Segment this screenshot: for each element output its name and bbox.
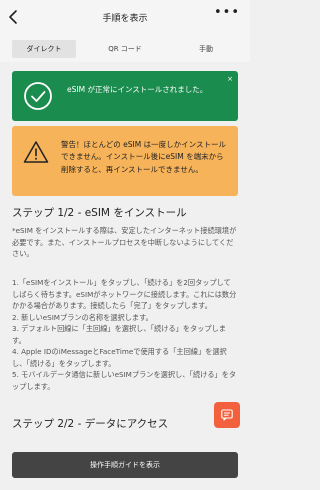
step1-intro: *eSIM をインストールする際は、安定したインターネット接続環境が必要です。ま… <box>12 226 237 258</box>
tab-qr-code[interactable]: QR コード <box>93 40 157 58</box>
tab-direct[interactable]: ダイレクト <box>12 40 76 58</box>
step-item: 2. 新しいeSIMプランの名称を選択します。 <box>12 312 153 322</box>
step1-list: 1.「eSIMをインストール」をタップし、「続ける」を2回タップしてしばらく待ち… <box>12 277 238 392</box>
top-bar: 手順を表示 ••• <box>0 0 250 34</box>
step-item: 1.「eSIMをインストール」をタップし、「続ける」を2回タップしてしばらく待ち… <box>12 278 237 310</box>
success-message: eSIM が正常にインストールされました。 <box>67 85 208 94</box>
step1-title: ステップ 1/2 - eSIM をインストール <box>12 207 187 219</box>
warning-triangle-icon <box>23 141 49 163</box>
step-item: 5. モバイルデータ通信に新しいeSIMプランを選択し、「続ける」をタップします… <box>12 370 237 391</box>
success-alert: eSIM が正常にインストールされました。 × <box>12 71 238 121</box>
warning-message: 警告！ほとんどの eSIM は一度しかインストールできません。インストール後にe… <box>61 140 226 174</box>
step-item: 3. デフォルト回線に「主回線」を選択し、「続ける」をタップします。 <box>12 324 226 345</box>
close-icon[interactable]: × <box>227 75 233 83</box>
tab-bar: ダイレクト QR コード 手動 <box>0 34 250 62</box>
check-circle-icon <box>24 82 52 110</box>
warning-alert: 警告！ほとんどの eSIM は一度しかインストールできません。インストール後にe… <box>12 126 238 196</box>
step1-section: ステップ 1/2 - eSIM をインストール *eSIM をインストールする際… <box>12 206 238 391</box>
tab-manual[interactable]: 手動 <box>174 40 238 58</box>
more-options-icon[interactable]: ••• <box>214 6 240 20</box>
chat-button[interactable] <box>214 402 240 428</box>
chat-icon <box>221 409 233 421</box>
view-guide-button[interactable]: 操作手順ガイドを表示 <box>12 452 238 478</box>
step2-title: ステップ 2/2 - データにアクセス <box>12 418 169 430</box>
page-title: 手順を表示 <box>102 14 148 24</box>
step-item: 4. Apple IDのiMessageとFaceTimeで使用する「主回線」を… <box>12 347 227 368</box>
